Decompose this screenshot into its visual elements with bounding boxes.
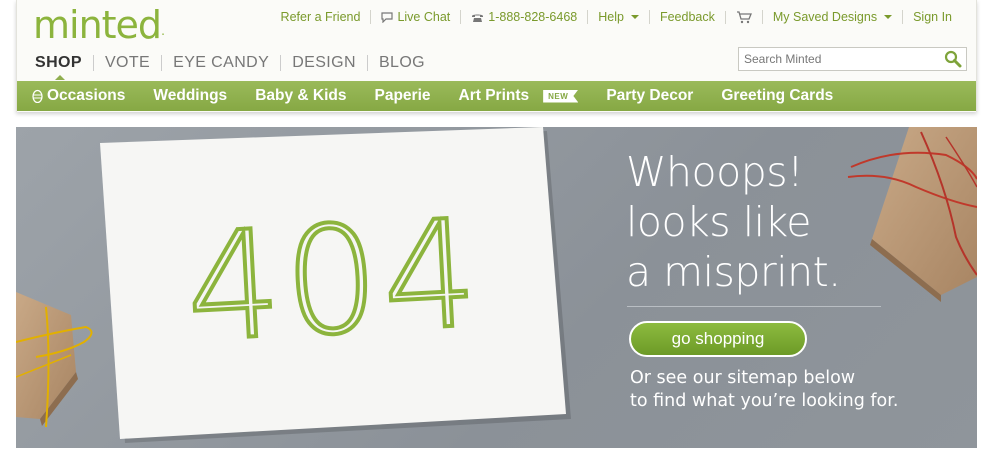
category-baby-kids-label: Baby & Kids xyxy=(255,87,347,104)
my-saved-designs-label: My Saved Designs xyxy=(772,10,878,24)
search-icon[interactable] xyxy=(944,50,962,68)
logo-text: minted xyxy=(33,3,162,47)
sign-in-label: Sign In xyxy=(913,10,952,24)
tab-blog[interactable]: BLOG xyxy=(366,55,436,71)
category-bar: Occasions Weddings Baby & Kids Paperie A… xyxy=(17,81,976,111)
sitemap-line-2: to find what you’re looking for. xyxy=(630,391,899,411)
minted-logo[interactable]: minted. xyxy=(33,2,165,48)
site-header: minted. Refer a Friend Live Chat 1-888-8… xyxy=(16,0,977,112)
category-weddings[interactable]: Weddings xyxy=(139,87,241,105)
divider xyxy=(627,306,881,307)
category-art-prints[interactable]: Art Prints NEW xyxy=(445,87,593,105)
category-greeting-cards-label: Greeting Cards xyxy=(721,87,834,104)
go-shopping-button[interactable]: go shopping xyxy=(629,321,807,357)
category-weddings-label: Weddings xyxy=(153,87,228,104)
tab-eye-candy[interactable]: EYE CANDY xyxy=(161,55,280,71)
main-nav: SHOP VOTE EYE CANDY DESIGN BLOG xyxy=(35,55,436,80)
gift-box-left xyxy=(16,292,93,428)
feedback-label: Feedback xyxy=(659,10,715,24)
category-greeting-cards[interactable]: Greeting Cards xyxy=(707,87,847,105)
help-label: Help xyxy=(598,10,624,24)
egg-icon xyxy=(32,89,43,103)
phone-icon xyxy=(472,14,484,22)
utility-nav: Refer a Friend Live Chat 1-888-828-6468 … xyxy=(271,10,962,24)
refer-a-friend-label: Refer a Friend xyxy=(280,10,361,24)
chat-bubble-icon xyxy=(381,11,394,23)
tab-design[interactable]: DESIGN xyxy=(280,55,367,71)
logo-dot: . xyxy=(161,24,165,38)
sitemap-line-1: Or see our sitemap below xyxy=(630,368,856,388)
chevron-down-icon xyxy=(630,15,639,19)
tab-vote[interactable]: VOTE xyxy=(92,55,161,71)
tab-shop[interactable]: SHOP xyxy=(35,55,93,80)
new-badge: NEW xyxy=(543,89,579,103)
error-headline: Whoops! looks like a misprint. xyxy=(626,147,906,297)
phone-link[interactable]: 1-888-828-6468 xyxy=(460,10,587,24)
live-chat-link[interactable]: Live Chat xyxy=(370,10,460,24)
refer-a-friend-link[interactable]: Refer a Friend xyxy=(271,10,371,24)
category-party-decor[interactable]: Party Decor xyxy=(592,87,707,105)
search-box xyxy=(738,47,967,71)
phone-number: 1-888-828-6468 xyxy=(488,10,578,24)
category-occasions[interactable]: Occasions xyxy=(17,87,139,105)
category-paperie[interactable]: Paperie xyxy=(361,87,445,105)
category-paperie-label: Paperie xyxy=(374,87,431,104)
error-code: 404 xyxy=(182,187,485,374)
sitemap-message: Or see our sitemap below to find what yo… xyxy=(630,367,950,413)
category-party-decor-label: Party Decor xyxy=(606,87,694,104)
headline-line-1: Whoops! xyxy=(626,148,804,196)
feedback-link[interactable]: Feedback xyxy=(648,10,725,24)
search-input[interactable] xyxy=(744,52,939,66)
error-hero-banner: 404 Whoops! looks like a misprint. go sh… xyxy=(16,127,977,448)
category-occasions-label: Occasions xyxy=(47,87,126,104)
live-chat-label: Live Chat xyxy=(397,10,451,24)
headline-line-2: looks like xyxy=(626,198,812,246)
sign-in-link[interactable]: Sign In xyxy=(902,10,962,24)
category-art-prints-label: Art Prints xyxy=(458,87,530,104)
chevron-down-icon xyxy=(884,15,893,19)
my-saved-designs-menu[interactable]: My Saved Designs xyxy=(761,10,902,24)
shopping-cart-icon xyxy=(736,10,752,23)
cart-link[interactable] xyxy=(724,10,762,24)
headline-line-3: a misprint. xyxy=(626,248,841,296)
category-baby-kids[interactable]: Baby & Kids xyxy=(241,87,360,105)
help-menu[interactable]: Help xyxy=(587,10,649,24)
